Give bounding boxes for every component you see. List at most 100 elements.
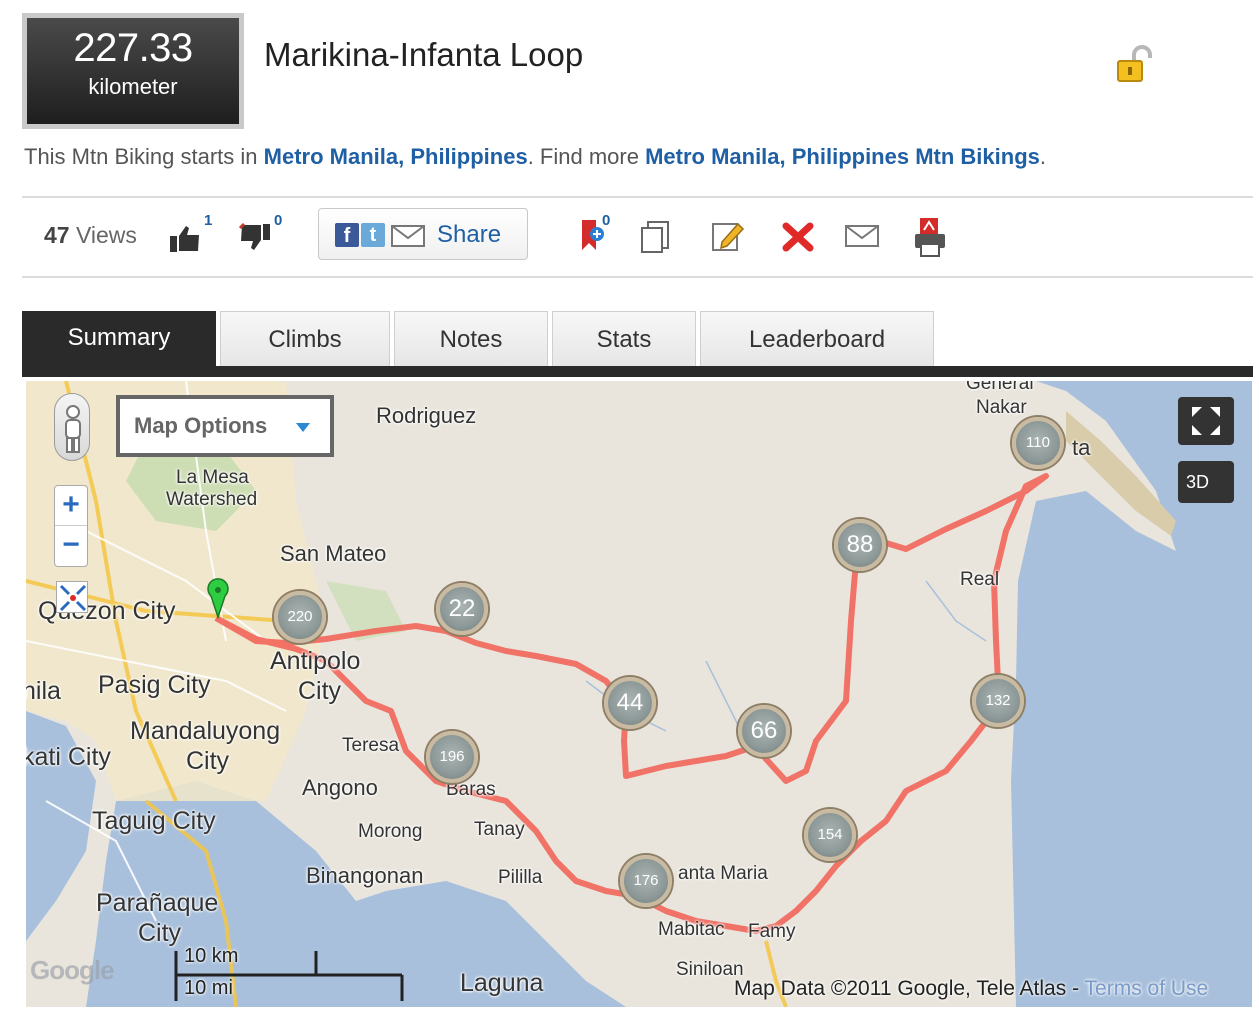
3d-button[interactable]: 3D	[1178, 461, 1234, 503]
zoom-control: + −	[54, 485, 88, 567]
find-more-suffix: .	[1039, 144, 1046, 169]
route-marker-44[interactable]: 44	[604, 677, 656, 729]
route-title: Marikina-Infanta Loop	[264, 36, 584, 73]
label-manila-edge: nila	[26, 677, 61, 705]
tab-climbs[interactable]: Climbs	[220, 311, 390, 367]
twitter-icon: t	[361, 223, 385, 247]
like-count: 1	[204, 212, 213, 229]
route-marker-196[interactable]: 196	[426, 731, 478, 783]
terms-of-use-link[interactable]: Terms of Use	[1085, 977, 1209, 1000]
zoom-in-button[interactable]: +	[55, 486, 87, 526]
google-logo: Google	[30, 955, 115, 985]
route-marker-220[interactable]: 220	[274, 591, 326, 643]
label-mabitac: Mabitac	[658, 919, 725, 940]
tab-underline	[22, 366, 1253, 377]
tab-stats[interactable]: Stats	[552, 311, 696, 367]
tab-notes[interactable]: Notes	[394, 311, 548, 367]
dislike-count: 0	[274, 212, 283, 229]
label-rodriguez: Rodriguez	[376, 403, 477, 428]
label-binangonan: Binangonan	[306, 863, 424, 888]
find-more-link[interactable]: Metro Manila, Philippines Mtn Bikings	[645, 144, 1040, 169]
map-scale: 10 km 10 mi	[174, 945, 404, 1003]
label-general: General	[966, 381, 1034, 394]
scale-mi: 10 mi	[184, 977, 233, 999]
distance-badge-inner: 227.33 kilometer	[27, 18, 239, 124]
label-laguna: Laguna	[460, 969, 544, 997]
label-angono: Angono	[302, 775, 378, 800]
share-button[interactable]: f t Share	[318, 208, 528, 260]
recenter-icon[interactable]	[56, 581, 88, 613]
label-watershed: Watershed	[166, 489, 258, 510]
street-view-pegman-icon[interactable]	[54, 393, 90, 461]
route-marker-88[interactable]: 88	[834, 519, 886, 571]
views-counter: 47 Views	[44, 222, 137, 249]
label-paranaque: Parañaque	[96, 889, 219, 917]
tab-summary[interactable]: Summary	[22, 311, 216, 367]
route-marker-110[interactable]: 110	[1012, 417, 1064, 469]
start-location-link[interactable]: Metro Manila, Philippines	[264, 144, 528, 169]
start-prefix: This Mtn Biking starts in	[24, 144, 264, 169]
label-mandaluyong: Mandaluyong	[130, 717, 281, 745]
delete-icon[interactable]	[780, 218, 820, 258]
route-marker-66[interactable]: 66	[738, 705, 790, 757]
dropdown-arrow-icon	[296, 423, 310, 432]
label-teresa: Teresa	[342, 735, 400, 756]
edit-icon[interactable]	[710, 218, 750, 258]
find-more-prefix: . Find more	[527, 144, 646, 169]
label-pasig-city: Pasig City	[98, 671, 211, 699]
thumbs-down-icon	[238, 222, 270, 250]
pdf-print-icon[interactable]	[912, 218, 952, 258]
map-credit-text: Map Data ©2011 Google, Tele Atlas -	[734, 977, 1085, 1000]
label-tanay: Tanay	[474, 819, 525, 840]
distance-badge: 227.33 kilometer	[22, 13, 244, 129]
dislike-button[interactable]: 0	[238, 212, 286, 254]
views-label: Views	[69, 222, 137, 248]
label-antipolo-city: City	[298, 677, 342, 705]
map-options-label: Map Options	[134, 413, 268, 438]
start-location-line: This Mtn Biking starts in Metro Manila, …	[24, 144, 1046, 170]
divider-bottom	[22, 276, 1253, 278]
distance-value: 227.33	[73, 26, 193, 70]
bookmark-add-icon[interactable]: 0	[578, 212, 618, 258]
email-icon[interactable]	[844, 218, 884, 258]
label-la-mesa: La Mesa	[176, 467, 249, 488]
label-ta-edge: ta	[1072, 435, 1091, 460]
label-antipolo: Antipolo	[270, 647, 361, 675]
views-count: 47	[44, 222, 70, 248]
3d-label: 3D	[1186, 472, 1210, 492]
label-real: Real	[960, 569, 1000, 590]
label-santa-maria: anta Maria	[678, 863, 768, 884]
fullscreen-icon	[1192, 407, 1220, 435]
tab-leaderboard[interactable]: Leaderboard	[700, 311, 934, 367]
label-morong: Morong	[358, 821, 423, 842]
zoom-out-button[interactable]: −	[55, 526, 87, 566]
route-marker-132[interactable]: 132	[972, 675, 1024, 727]
route-map[interactable]: General Nakar ta Rodriguez La Mesa Water…	[26, 381, 1252, 1007]
unlock-icon[interactable]	[1114, 45, 1154, 85]
share-label: Share	[437, 221, 502, 248]
thumbs-up-icon	[170, 226, 199, 252]
fullscreen-button[interactable]	[1178, 397, 1234, 445]
like-button[interactable]: 1	[168, 212, 216, 254]
bookmark-count: 0	[602, 212, 611, 229]
facebook-icon: f	[335, 223, 359, 247]
scale-km: 10 km	[184, 945, 239, 967]
label-pililla: Pililla	[498, 867, 543, 888]
route-marker-22[interactable]: 22	[436, 583, 488, 635]
copy-icon[interactable]	[638, 218, 678, 258]
label-nakar: Nakar	[976, 397, 1027, 418]
label-mandaluyong-city: City	[186, 747, 230, 775]
email-share-icon	[391, 225, 425, 247]
action-toolbar: 47 Views 1 0 f t Share 0	[22, 200, 1253, 274]
label-famy: Famy	[748, 921, 796, 942]
route-marker-176[interactable]: 176	[620, 855, 672, 907]
label-paranaque-city: City	[138, 919, 182, 947]
label-makati: kati City	[26, 743, 111, 771]
map-credit: Map Data ©2011 Google, Tele Atlas - Term…	[734, 977, 1208, 1001]
distance-unit: kilometer	[88, 74, 178, 99]
label-san-mateo: San Mateo	[280, 541, 387, 566]
label-taguig-city: Taguig City	[92, 807, 216, 835]
route-marker-154[interactable]: 154	[804, 809, 856, 861]
divider-top	[22, 196, 1253, 198]
map-options-dropdown[interactable]: Map Options	[116, 395, 334, 457]
